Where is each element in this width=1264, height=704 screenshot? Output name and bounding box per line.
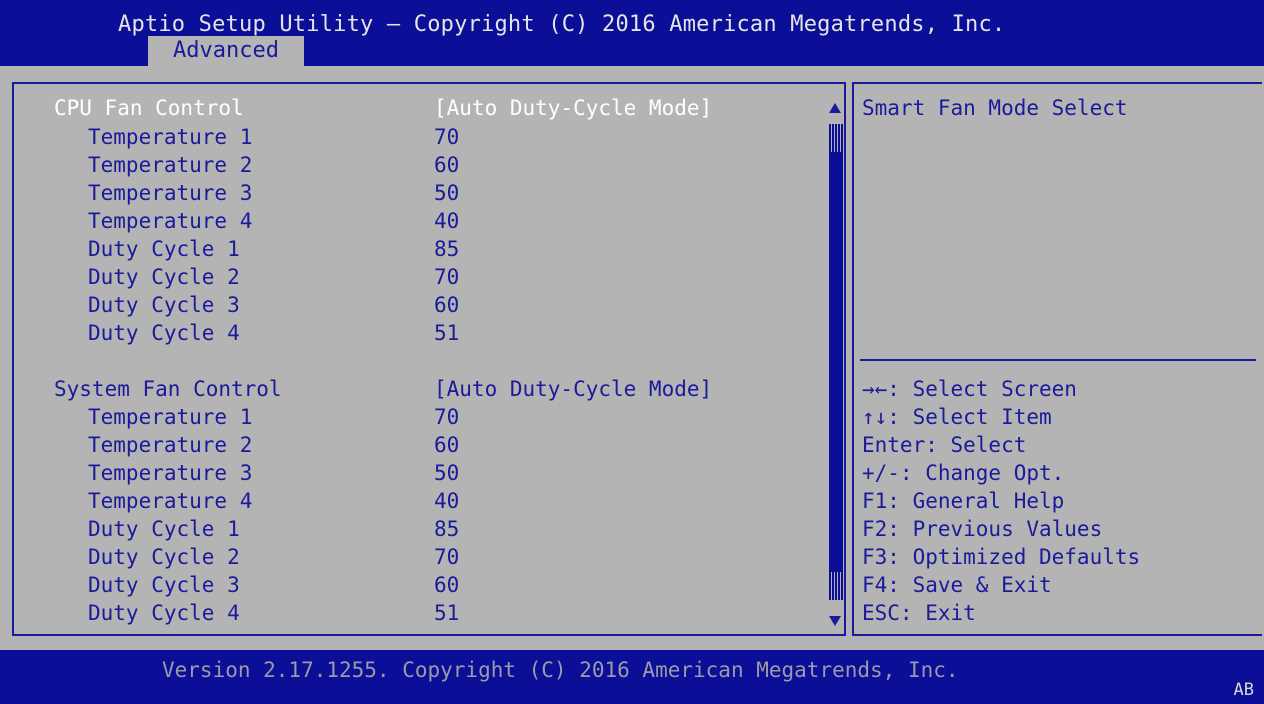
cpu-duty-cycle-1-value[interactable]: 85 — [434, 235, 459, 263]
app-title: Aptio Setup Utility – Copyright (C) 2016… — [118, 12, 1006, 37]
scrollbar-thumb-bottom[interactable] — [829, 572, 843, 600]
header-bar: Aptio Setup Utility – Copyright (C) 2016… — [0, 0, 1264, 66]
cpu-duty-cycle-2-label[interactable]: Duty Cycle 2 — [88, 263, 240, 291]
cpu-temperature-1-label[interactable]: Temperature 1 — [88, 123, 252, 151]
help-key-f2: F2: Previous Values — [862, 517, 1103, 541]
sys-temperature-2-value[interactable]: 60 — [434, 431, 459, 459]
setting-system-fan-control-value[interactable]: [Auto Duty-Cycle Mode] — [434, 375, 712, 403]
setting-system-fan-control-label[interactable]: System Fan Control — [54, 375, 282, 403]
cpu-temperature-4-value[interactable]: 40 — [434, 207, 459, 235]
sys-duty-cycle-1-label[interactable]: Duty Cycle 1 — [88, 515, 240, 543]
sys-duty-cycle-4-label[interactable]: Duty Cycle 4 — [88, 599, 240, 627]
help-key-change-opt: +/-: Change Opt. — [862, 461, 1065, 485]
cpu-temperature-1-value[interactable]: 70 — [434, 123, 459, 151]
scrollbar-thumb-top[interactable] — [829, 124, 843, 152]
help-key-f1: F1: General Help — [862, 489, 1065, 513]
sys-duty-cycle-3-label[interactable]: Duty Cycle 3 — [88, 571, 240, 599]
cpu-temperature-3-label[interactable]: Temperature 3 — [88, 179, 252, 207]
cpu-duty-cycle-4-value[interactable]: 51 — [434, 319, 459, 347]
help-key-esc: ESC: Exit — [862, 601, 976, 625]
cpu-duty-cycle-3-label[interactable]: Duty Cycle 3 — [88, 291, 240, 319]
cpu-duty-cycle-4-label[interactable]: Duty Cycle 4 — [88, 319, 240, 347]
cpu-duty-cycle-3-value[interactable]: 60 — [434, 291, 459, 319]
cpu-temperature-2-label[interactable]: Temperature 2 — [88, 151, 252, 179]
cpu-temperature-3-value[interactable]: 50 — [434, 179, 459, 207]
cpu-temperature-2-value[interactable]: 60 — [434, 151, 459, 179]
help-key-select-item: ↑↓: Select Item — [862, 405, 1052, 429]
help-key-select-screen: →←: Select Screen — [862, 377, 1077, 401]
sys-duty-cycle-4-value[interactable]: 51 — [434, 599, 459, 627]
footer-version: Version 2.17.1255. Copyright (C) 2016 Am… — [162, 658, 959, 682]
sys-temperature-1-label[interactable]: Temperature 1 — [88, 403, 252, 431]
sys-temperature-3-value[interactable]: 50 — [434, 459, 459, 487]
main-panel: CPU Fan Control [Auto Duty-Cycle Mode] T… — [0, 66, 1264, 650]
help-description: Smart Fan Mode Select — [862, 96, 1128, 120]
help-key-f3: F3: Optimized Defaults — [862, 545, 1141, 569]
help-divider — [860, 359, 1256, 361]
sys-temperature-4-label[interactable]: Temperature 4 — [88, 487, 252, 515]
help-key-f4: F4: Save & Exit — [862, 573, 1052, 597]
sys-temperature-4-value[interactable]: 40 — [434, 487, 459, 515]
cpu-duty-cycle-1-label[interactable]: Duty Cycle 1 — [88, 235, 240, 263]
sys-temperature-1-value[interactable]: 70 — [434, 403, 459, 431]
scroll-up-arrow-icon[interactable] — [829, 103, 841, 113]
setting-cpu-fan-control-label[interactable]: CPU Fan Control — [54, 94, 244, 122]
sys-duty-cycle-3-value[interactable]: 60 — [434, 571, 459, 599]
footer-code: AB — [1233, 680, 1254, 700]
sys-temperature-3-label[interactable]: Temperature 3 — [88, 459, 252, 487]
setting-cpu-fan-control-value[interactable]: [Auto Duty-Cycle Mode] — [434, 94, 712, 122]
cpu-temperature-4-label[interactable]: Temperature 4 — [88, 207, 252, 235]
help-key-enter: Enter: Select — [862, 433, 1027, 457]
sys-duty-cycle-1-value[interactable]: 85 — [434, 515, 459, 543]
footer-bar: Version 2.17.1255. Copyright (C) 2016 Am… — [0, 650, 1264, 704]
sys-duty-cycle-2-label[interactable]: Duty Cycle 2 — [88, 543, 240, 571]
scrollbar-track[interactable] — [829, 124, 843, 600]
sys-temperature-2-label[interactable]: Temperature 2 — [88, 431, 252, 459]
scroll-down-arrow-icon[interactable] — [829, 616, 841, 626]
tab-advanced[interactable]: Advanced — [148, 36, 304, 66]
sys-duty-cycle-2-value[interactable]: 70 — [434, 543, 459, 571]
cpu-duty-cycle-2-value[interactable]: 70 — [434, 263, 459, 291]
